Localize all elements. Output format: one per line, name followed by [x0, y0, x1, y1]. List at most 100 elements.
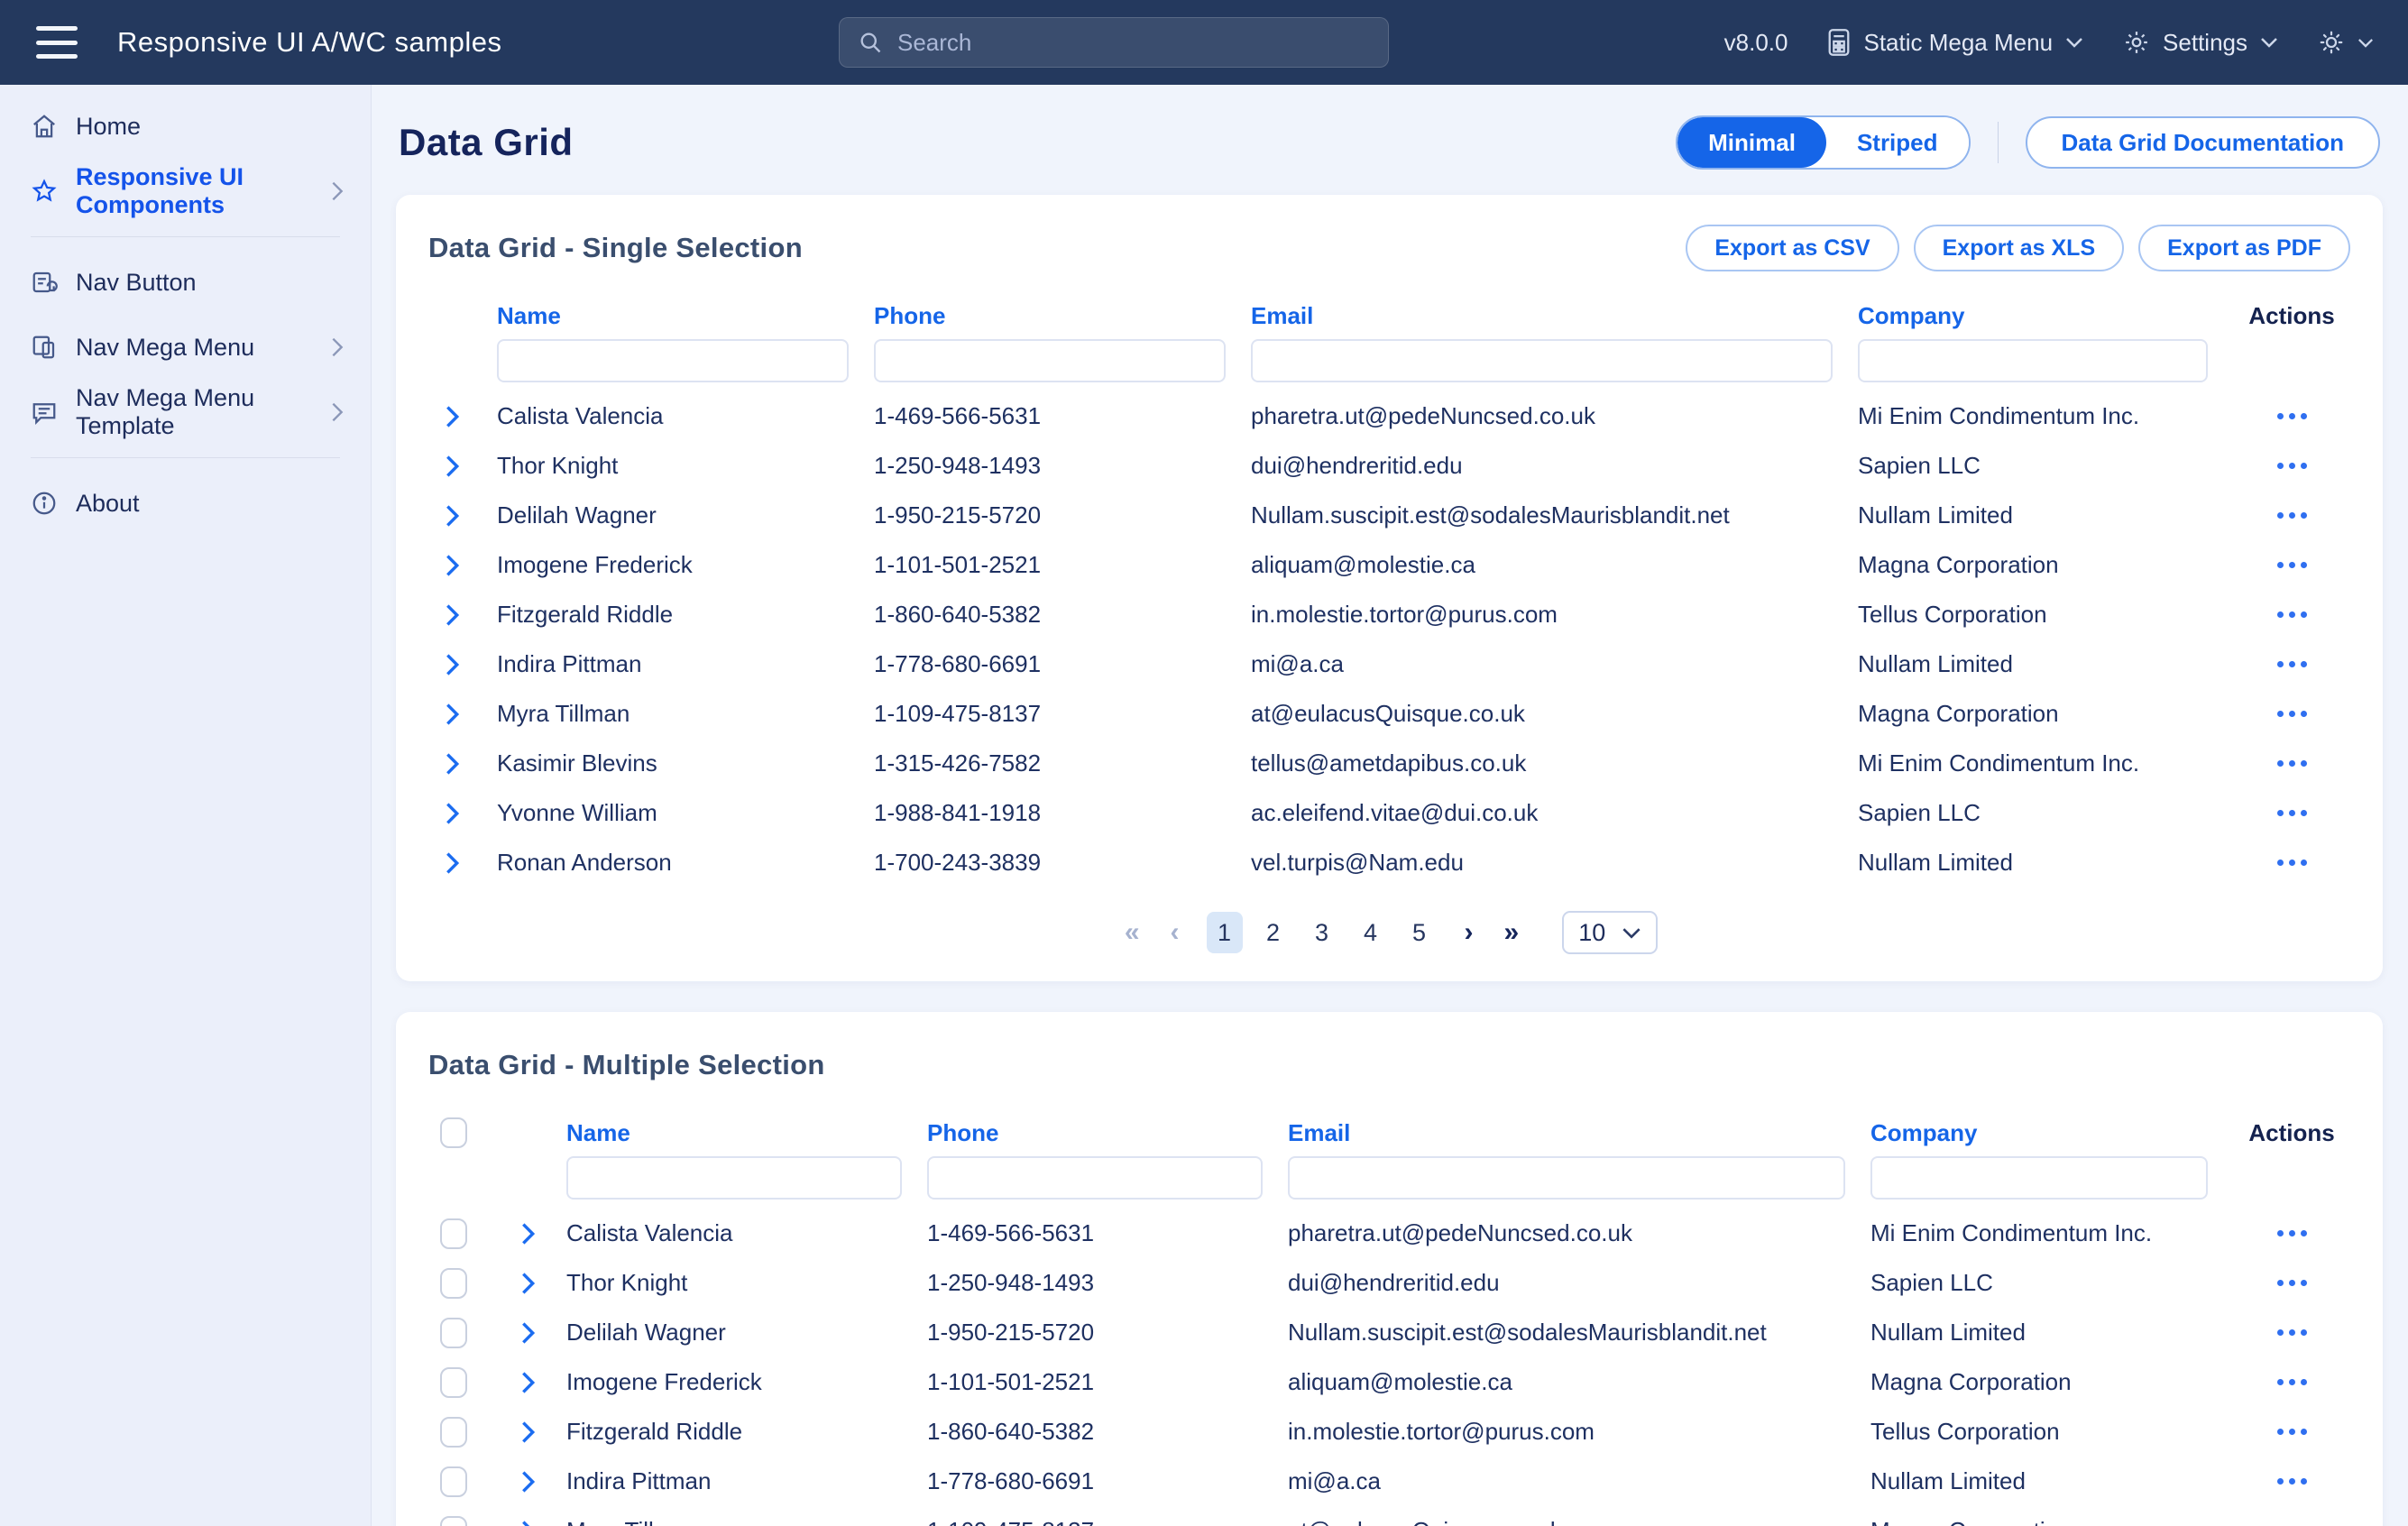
expand-row-icon[interactable] — [445, 851, 460, 875]
table-row[interactable]: Fitzgerald Riddle1-860-640-5382in.molest… — [428, 590, 2350, 639]
table-row[interactable]: Fitzgerald Riddle1-860-640-5382in.molest… — [428, 1407, 2350, 1457]
name-filter-input[interactable] — [566, 1156, 902, 1200]
phone-filter-input[interactable] — [927, 1156, 1263, 1200]
row-actions-button[interactable] — [2277, 562, 2307, 568]
email-filter-input[interactable] — [1251, 339, 1833, 382]
column-header-label[interactable]: Phone — [927, 1119, 998, 1147]
row-actions-button[interactable] — [2277, 760, 2307, 767]
static-mega-menu-button[interactable]: Static Mega Menu — [1827, 28, 2083, 57]
row-checkbox[interactable] — [440, 1516, 467, 1526]
expand-row-icon[interactable] — [445, 752, 460, 776]
expand-row-icon[interactable] — [445, 405, 460, 428]
phone-filter-input[interactable] — [874, 339, 1226, 382]
row-checkbox[interactable] — [440, 1218, 467, 1249]
row-actions-button[interactable] — [2277, 860, 2307, 866]
column-header-label[interactable]: Email — [1288, 1119, 1350, 1147]
search-box[interactable] — [839, 17, 1389, 68]
row-actions-button[interactable] — [2277, 1329, 2307, 1336]
search-input[interactable] — [897, 29, 1370, 57]
column-header-label[interactable]: Name — [497, 302, 561, 330]
pagination-last-button[interactable]: » — [1501, 917, 1523, 948]
table-row[interactable]: Kasimir Blevins1-315-426-7582tellus@amet… — [428, 739, 2350, 788]
row-actions-button[interactable] — [2277, 1478, 2307, 1485]
pagination-first-button[interactable]: « — [1121, 917, 1144, 948]
row-checkbox[interactable] — [440, 1417, 467, 1448]
theme-toggle-button[interactable] — [2318, 29, 2374, 56]
expand-row-icon[interactable] — [445, 703, 460, 726]
row-actions-button[interactable] — [2277, 661, 2307, 667]
expand-row-icon[interactable] — [520, 1222, 536, 1246]
expand-row-icon[interactable] — [445, 554, 460, 577]
table-row[interactable]: Delilah Wagner1-950-215-5720Nullam.susci… — [428, 491, 2350, 540]
row-actions-button[interactable] — [2277, 711, 2307, 717]
row-checkbox[interactable] — [440, 1318, 467, 1348]
table-row[interactable]: Calista Valencia1-469-566-5631pharetra.u… — [428, 391, 2350, 441]
export-button[interactable]: Export as PDF — [2138, 225, 2350, 271]
row-actions-button[interactable] — [2277, 1230, 2307, 1236]
row-checkbox[interactable] — [440, 1367, 467, 1398]
table-row[interactable]: Myra Tillman1-109-475-8137at@eulacusQuis… — [428, 1506, 2350, 1526]
row-actions-button[interactable] — [2277, 1429, 2307, 1435]
row-actions-button[interactable] — [2277, 463, 2307, 469]
table-row[interactable]: Thor Knight1-250-948-1493dui@hendreritid… — [428, 1258, 2350, 1308]
data-grid-documentation-button[interactable]: Data Grid Documentation — [2026, 116, 2380, 169]
table-row[interactable]: Imogene Frederick1-101-501-2521aliquam@m… — [428, 1357, 2350, 1407]
table-row[interactable]: Calista Valencia1-469-566-5631pharetra.u… — [428, 1209, 2350, 1258]
row-actions-button[interactable] — [2277, 810, 2307, 816]
pagination-page-5[interactable]: 5 — [1402, 912, 1438, 953]
table-row[interactable]: Yvonne William1-988-841-1918ac.eleifend.… — [428, 788, 2350, 838]
export-button[interactable]: Export as CSV — [1686, 225, 1898, 271]
sidebar-item-home[interactable]: Home — [0, 94, 371, 159]
expand-row-icon[interactable] — [445, 455, 460, 478]
sidebar-item-about[interactable]: About — [0, 471, 371, 536]
table-row[interactable]: Indira Pittman1-778-680-6691mi@a.caNulla… — [428, 639, 2350, 689]
view-minimal-button[interactable]: Minimal — [1677, 117, 1826, 168]
expand-row-icon[interactable] — [445, 802, 460, 825]
column-header-label[interactable]: Name — [566, 1119, 630, 1147]
expand-row-icon[interactable] — [445, 504, 460, 528]
menu-icon[interactable] — [36, 26, 79, 59]
view-striped-button[interactable]: Striped — [1826, 117, 1969, 168]
expand-row-icon[interactable] — [520, 1321, 536, 1345]
pagination-page-3[interactable]: 3 — [1304, 912, 1340, 953]
company-filter-input[interactable] — [1858, 339, 2208, 382]
table-row[interactable]: Myra Tillman1-109-475-8137at@eulacusQuis… — [428, 689, 2350, 739]
expand-row-icon[interactable] — [520, 1420, 536, 1444]
table-row[interactable]: Ronan Anderson1-700-243-3839vel.turpis@N… — [428, 838, 2350, 887]
table-row[interactable]: Delilah Wagner1-950-215-5720Nullam.susci… — [428, 1308, 2350, 1357]
row-actions-button[interactable] — [2277, 512, 2307, 519]
select-all-checkbox[interactable] — [440, 1117, 467, 1148]
table-row[interactable]: Indira Pittman1-778-680-6691mi@a.caNulla… — [428, 1457, 2350, 1506]
column-header-label[interactable]: Company — [1858, 302, 1964, 330]
row-actions-button[interactable] — [2277, 1379, 2307, 1385]
pagination-prev-button[interactable]: ‹ — [1167, 917, 1183, 948]
pagination-next-button[interactable]: › — [1461, 917, 1477, 948]
sidebar-item-nav-button[interactable]: Nav Button — [0, 250, 371, 315]
expand-row-icon[interactable] — [520, 1470, 536, 1494]
export-button[interactable]: Export as XLS — [1914, 225, 2125, 271]
company-filter-input[interactable] — [1870, 1156, 2208, 1200]
column-header-label[interactable]: Email — [1251, 302, 1313, 330]
expand-row-icon[interactable] — [445, 603, 460, 627]
email-filter-input[interactable] — [1288, 1156, 1845, 1200]
row-actions-button[interactable] — [2277, 413, 2307, 419]
sidebar-item-nav-mega-menu-template[interactable]: Nav Mega Menu Template — [0, 380, 371, 445]
column-header-label[interactable]: Phone — [874, 302, 945, 330]
expand-row-icon[interactable] — [520, 1520, 536, 1526]
table-row[interactable]: Thor Knight1-250-948-1493dui@hendreritid… — [428, 441, 2350, 491]
expand-row-icon[interactable] — [445, 653, 460, 676]
table-row[interactable]: Imogene Frederick1-101-501-2521aliquam@m… — [428, 540, 2350, 590]
sidebar-item-nav-mega-menu[interactable]: Nav Mega Menu — [0, 315, 371, 380]
settings-button[interactable]: Settings — [2123, 29, 2278, 57]
sidebar-item-responsive-ui-components[interactable]: Responsive UI Components — [0, 159, 371, 224]
pagination-page-4[interactable]: 4 — [1353, 912, 1389, 953]
expand-row-icon[interactable] — [520, 1371, 536, 1394]
pagination-page-1[interactable]: 1 — [1207, 912, 1243, 953]
name-filter-input[interactable] — [497, 339, 849, 382]
row-checkbox[interactable] — [440, 1268, 467, 1299]
pagination-page-2[interactable]: 2 — [1255, 912, 1291, 953]
column-header-label[interactable]: Company — [1870, 1119, 1977, 1147]
row-actions-button[interactable] — [2277, 611, 2307, 618]
expand-row-icon[interactable] — [520, 1272, 536, 1295]
page-size-select[interactable]: 10 — [1562, 911, 1658, 954]
